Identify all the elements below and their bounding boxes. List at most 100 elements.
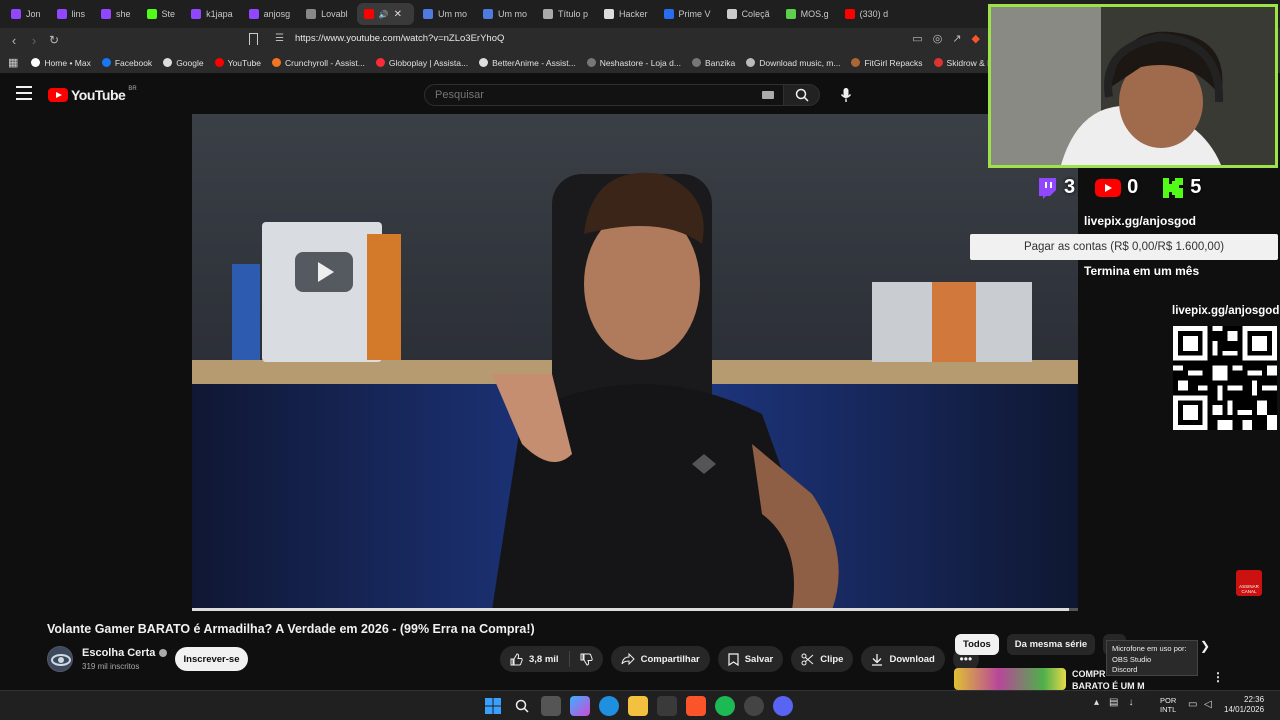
subscribe-watermark[interactable]: ASSINAR CANAL xyxy=(1236,570,1262,596)
video-progress-bar[interactable] xyxy=(192,608,1078,611)
like-button[interactable]: 3,8 mil xyxy=(500,651,570,667)
apps-grid-icon[interactable]: ▦ xyxy=(8,56,18,69)
obs-icon[interactable] xyxy=(744,696,764,716)
download-button[interactable]: Download xyxy=(861,646,945,672)
kick-count: 5 xyxy=(1190,176,1202,198)
like-count: 3,8 mil xyxy=(529,653,559,665)
bookmark-item[interactable]: BetterAnime - Assist... xyxy=(479,58,576,68)
channel-name[interactable]: Escolha Certa xyxy=(82,647,168,659)
save-label: Salvar xyxy=(744,653,774,665)
bookmark-item[interactable]: Facebook xyxy=(101,58,152,68)
url-field[interactable]: https://www.youtube.com/watch?v=nZLo3ErY… xyxy=(295,33,504,44)
browser-tab[interactable]: Hacker xyxy=(597,3,655,25)
browser-tab[interactable]: (330) d xyxy=(838,3,896,25)
share-page-icon[interactable]: ↗ xyxy=(952,32,961,45)
bookmark-item[interactable]: YouTube xyxy=(214,58,261,68)
bookmark-favicon-icon xyxy=(691,58,701,67)
bookmark-item[interactable]: Download music, m... xyxy=(746,58,840,68)
bookmark-item[interactable]: Google xyxy=(163,58,204,68)
bookmark-item[interactable]: FitGirl Repacks xyxy=(851,58,923,68)
reload-icon[interactable]: ↻ xyxy=(44,33,64,47)
youtube-logo[interactable]: YouTube BR xyxy=(48,86,137,103)
clock-time: 22:36 xyxy=(1244,695,1265,704)
browser-tab[interactable]: Título p xyxy=(536,3,595,25)
tab-favicon-icon xyxy=(604,9,615,19)
keyboard-icon[interactable] xyxy=(762,91,774,99)
close-tab-icon[interactable]: ✕ xyxy=(394,9,402,20)
filter-chip[interactable]: Todos xyxy=(955,634,999,655)
dislike-button[interactable] xyxy=(570,653,603,666)
chevron-right-icon[interactable]: ❯ xyxy=(1200,639,1210,653)
tab-favicon-icon xyxy=(663,9,674,19)
taskbar-search-icon[interactable] xyxy=(512,696,532,716)
edge-icon[interactable] xyxy=(599,696,619,716)
store-icon[interactable] xyxy=(657,696,677,716)
bookmark-icon[interactable] xyxy=(249,33,258,45)
tab-favicon-icon xyxy=(844,9,855,19)
browser-tab[interactable]: MOS.g xyxy=(779,3,836,25)
bookmark-item[interactable]: Home • Max xyxy=(31,58,91,68)
filter-chip[interactable]: Da mesma série xyxy=(1006,634,1096,655)
task-view-icon[interactable] xyxy=(541,696,561,716)
bookmark-item[interactable]: Banzika xyxy=(691,58,735,68)
share-button[interactable]: Compartilhar xyxy=(610,646,710,672)
clock[interactable]: 22:36 14/01/2026 xyxy=(1224,695,1264,715)
audio-playing-icon[interactable]: 🔊 xyxy=(379,10,389,19)
keyboard-language[interactable]: POR INTL xyxy=(1160,696,1176,714)
file-explorer-icon[interactable] xyxy=(628,696,648,716)
search-button[interactable] xyxy=(784,84,820,106)
channel-avatar[interactable] xyxy=(47,646,73,672)
bookmark-item[interactable]: Neshastore - Loja d... xyxy=(586,57,681,68)
save-button[interactable]: Salvar xyxy=(717,646,784,672)
tab-label: Título p xyxy=(558,9,589,19)
spotify-icon[interactable] xyxy=(715,696,735,716)
browser-tab[interactable]: 🔊 ✕ xyxy=(356,3,415,25)
qr-caption: livepix.gg/anjosgod xyxy=(1172,305,1280,317)
bookmark-favicon-icon xyxy=(214,58,224,67)
browser-tab[interactable]: Lovabl xyxy=(299,3,355,25)
clip-button[interactable]: Clipe xyxy=(791,646,854,672)
forward-icon[interactable]: › xyxy=(24,33,44,48)
brave-icon[interactable] xyxy=(686,696,706,716)
bookmark-label: Globoplay | Assista... xyxy=(388,57,469,68)
channel-name-text: Escolha Certa xyxy=(82,647,156,659)
browser-tab[interactable]: Ste xyxy=(140,3,183,25)
network-icon[interactable]: ▭ xyxy=(1188,699,1197,710)
recommendation-title[interactable]: COMPR BARATO É UM M xyxy=(1072,668,1145,692)
volume-icon[interactable]: ◁ xyxy=(1204,699,1212,710)
browser-tab[interactable]: Jon xyxy=(4,3,48,25)
microphone-tray-icon[interactable]: ↓ xyxy=(1128,697,1133,708)
bookmark-favicon-icon xyxy=(746,58,756,67)
menu-icon[interactable] xyxy=(16,86,32,100)
browser-tab[interactable]: Um mo xyxy=(476,3,534,25)
bookmark-label: Neshastore - Loja d... xyxy=(599,57,681,68)
browser-tab[interactable]: k1japa xyxy=(184,3,240,25)
bookmark-item[interactable]: Globoplay | Assista... xyxy=(375,57,469,68)
translate-icon[interactable]: ◎ xyxy=(933,32,943,45)
browser-tab[interactable]: anjosg xyxy=(242,3,298,25)
copilot-icon[interactable] xyxy=(570,696,590,716)
screen: Jon lins she Ste k1japa anjosg Lovabl 🔊 ✕ Um mo Um… xyxy=(0,0,1280,720)
browser-tab[interactable]: Coleçã xyxy=(720,3,777,25)
voice-search-button[interactable] xyxy=(832,84,860,106)
browser-tab[interactable]: Um mo xyxy=(416,3,474,25)
back-icon[interactable]: ‹ xyxy=(4,33,24,48)
browser-tab[interactable]: lins xyxy=(50,3,93,25)
video-actions: 3,8 mil Compartilhar Salvar Clipe Downlo… xyxy=(500,646,979,672)
tray-app-icon[interactable]: ▤ xyxy=(1109,697,1118,708)
cast-icon[interactable]: ▭ xyxy=(912,32,922,45)
start-icon[interactable] xyxy=(483,696,503,716)
chevron-up-icon[interactable]: ▴ xyxy=(1094,697,1099,708)
recommendation-menu-icon[interactable]: ⋮ xyxy=(1212,670,1224,684)
discord-icon[interactable] xyxy=(773,696,793,716)
browser-tab[interactable]: she xyxy=(94,3,138,25)
bookmark-favicon-icon xyxy=(479,58,489,67)
bookmark-item[interactable]: Crunchyroll - Assist... xyxy=(272,58,365,68)
video-player[interactable] xyxy=(192,114,1078,610)
search-input[interactable] xyxy=(425,85,725,105)
subscribe-button[interactable]: Inscrever-se xyxy=(175,647,248,671)
site-settings-icon[interactable]: ☰ xyxy=(275,33,284,44)
recommendation-thumbnail[interactable] xyxy=(954,668,1066,690)
brave-shield-icon[interactable]: ◆ xyxy=(972,32,980,45)
browser-tab[interactable]: Prime V xyxy=(657,3,718,25)
